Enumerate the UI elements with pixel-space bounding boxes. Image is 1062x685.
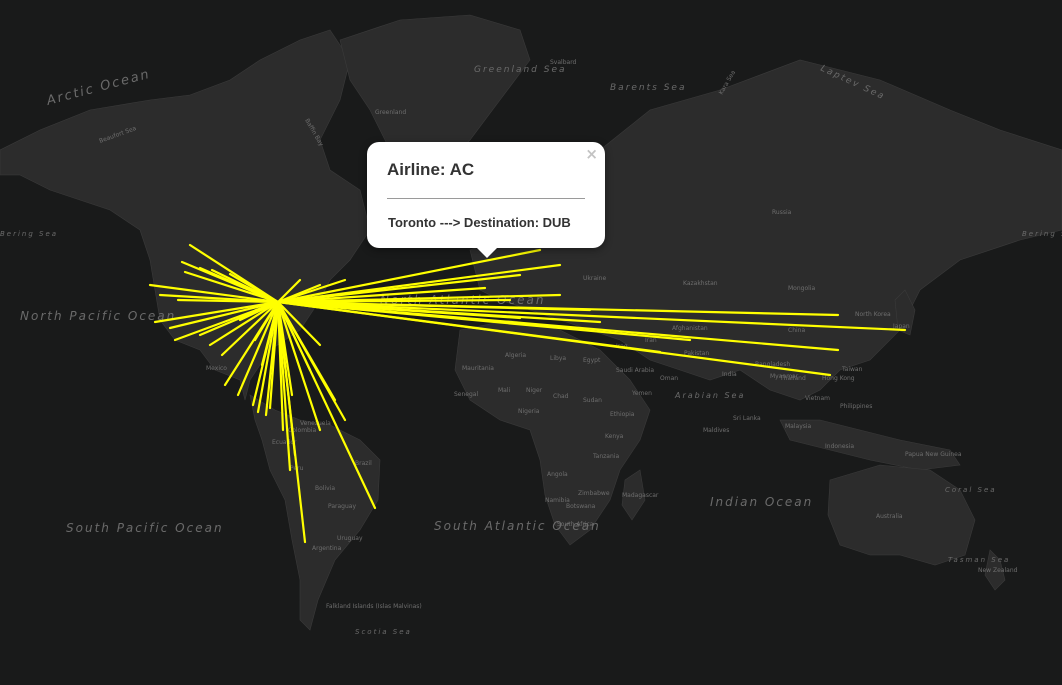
- popup-divider: [387, 198, 585, 199]
- label-bering-sea-right: Bering Sea: [1022, 230, 1062, 238]
- place-label: South Africa: [557, 521, 594, 528]
- label-coral-sea: Coral Sea: [945, 486, 997, 494]
- popup-title: Airline: AC: [387, 160, 475, 179]
- place-label: Mali: [498, 387, 511, 394]
- place-label: Falkland Islands (Islas Malvinas): [326, 603, 422, 610]
- place-label: Mauritania: [462, 365, 494, 372]
- label-bering-sea-left: Bering Sea: [0, 230, 58, 238]
- place-label: Niger: [526, 387, 543, 394]
- place-label: Uruguay: [337, 535, 363, 542]
- place-label: Madagascar: [622, 492, 659, 499]
- label-scotia-sea: Scotia Sea: [355, 628, 412, 636]
- place-label: Malaysia: [785, 423, 812, 430]
- place-label: Algeria: [505, 352, 526, 359]
- place-label: Sri Lanka: [733, 415, 761, 422]
- place-label: Vietnam: [805, 395, 830, 402]
- label-greenland-sea: Greenland Sea: [474, 65, 567, 75]
- place-label: Libya: [550, 355, 566, 362]
- place-label: China: [788, 327, 805, 334]
- place-label: Australia: [876, 513, 903, 520]
- place-label: Greenland: [375, 109, 406, 116]
- place-label: Argentina: [312, 545, 342, 552]
- place-label: Indonesia: [825, 443, 854, 450]
- place-label: Saudi Arabia: [616, 367, 654, 374]
- place-label: Senegal: [454, 391, 478, 398]
- place-label: Nigeria: [518, 408, 540, 415]
- place-label: Hong Kong: [822, 375, 855, 382]
- place-label: Philippines: [840, 403, 872, 410]
- place-label: India: [722, 371, 737, 378]
- place-label: Russia: [772, 209, 792, 216]
- place-label: Venezuela: [300, 420, 331, 427]
- place-label: Yemen: [631, 390, 652, 397]
- place-label: Iran: [645, 337, 657, 344]
- label-indian-ocean: Indian Ocean: [710, 495, 813, 509]
- place-label: Brazil: [355, 460, 372, 467]
- map-canvas[interactable]: Arctic Ocean Greenland Sea Barents Sea L…: [0, 0, 1062, 685]
- land-north-america: [0, 29, 371, 401]
- popup-pointer: [477, 248, 497, 258]
- place-label: Botswana: [566, 503, 596, 510]
- place-label: Maldives: [703, 427, 729, 434]
- place-label: Afghanistan: [672, 325, 708, 332]
- label-arabian-sea: Arabian Sea: [674, 391, 745, 400]
- place-label: Sudan: [583, 397, 602, 404]
- place-label: Paraguay: [328, 503, 356, 510]
- place-label: North Korea: [855, 311, 891, 318]
- place-label: Tanzania: [592, 453, 619, 460]
- place-label: Ethiopia: [610, 411, 635, 418]
- label-south-pacific-ocean: South Pacific Ocean: [66, 521, 224, 535]
- route-popup: × Airline: AC Toronto ---> Destination: …: [367, 142, 605, 258]
- place-label: Kazakhstan: [683, 280, 718, 287]
- place-label: Egypt: [583, 357, 601, 364]
- place-label: Angola: [547, 471, 568, 478]
- place-label: Kenya: [605, 433, 624, 440]
- place-label: Svalbard: [550, 59, 577, 66]
- place-label: Mexico: [206, 365, 227, 372]
- place-label: Myanmar: [770, 373, 799, 380]
- world-map[interactable]: Arctic Ocean Greenland Sea Barents Sea L…: [0, 0, 1062, 685]
- label-north-pacific-ocean: North Pacific Ocean: [20, 309, 176, 323]
- close-icon[interactable]: ×: [585, 145, 598, 163]
- label-tasman-sea: Tasman Sea: [948, 556, 1010, 564]
- place-label: Chad: [553, 393, 569, 400]
- place-label: Papua New Guinea: [905, 451, 962, 458]
- place-label: Zimbabwe: [578, 490, 610, 497]
- place-label: Oman: [660, 375, 678, 382]
- place-label: Taiwan: [841, 366, 863, 373]
- place-label: Ukraine: [583, 275, 606, 282]
- place-label: Bolivia: [315, 485, 335, 492]
- label-barents-sea: Barents Sea: [610, 83, 686, 93]
- place-label: New Zealand: [978, 567, 1018, 574]
- place-label: Mongolia: [788, 285, 815, 292]
- popup-route-text: Toronto ---> Destination: DUB: [388, 215, 571, 230]
